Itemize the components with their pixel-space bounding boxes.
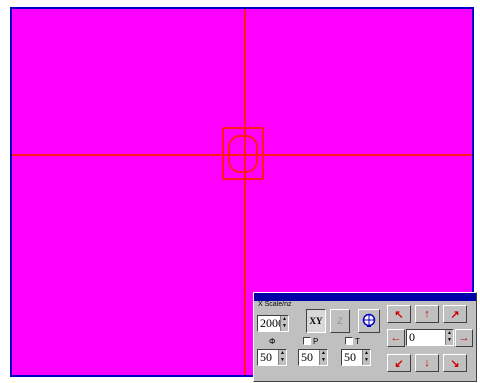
panel-titlebar[interactable]	[254, 293, 476, 301]
center-view-button[interactable]	[358, 309, 380, 333]
pan-up-right-button[interactable]: ↗	[443, 305, 467, 323]
arrow-right-icon: →	[458, 332, 470, 344]
crosshair-vertical	[244, 9, 246, 375]
z-mode-button[interactable]: Z	[330, 309, 350, 333]
t-spinner[interactable]: 50 ▲ ▼	[341, 349, 371, 366]
checkbox-p[interactable]	[303, 337, 311, 345]
phi-spin-arrows[interactable]: ▲ ▼	[278, 350, 286, 365]
p-spinner[interactable]: 50 ▲ ▼	[298, 349, 328, 366]
panel-title: X Scale/nz	[258, 301, 292, 308]
offset-spinner[interactable]: 0 ▲ ▼	[406, 329, 454, 346]
pan-down-button[interactable]: ↓	[415, 354, 439, 372]
target-ring	[228, 135, 258, 173]
label-phi: Φ	[269, 337, 276, 346]
pan-up-left-button[interactable]: ↖	[387, 305, 411, 323]
t-value: 50	[344, 350, 356, 364]
arrow-up-right-icon: ↗	[450, 308, 460, 321]
label-p: P	[313, 337, 319, 346]
checkbox-t[interactable]	[345, 337, 353, 345]
p-spin-arrows[interactable]: ▲ ▼	[319, 350, 327, 365]
pan-down-left-button[interactable]: ↙	[387, 354, 411, 372]
pan-left-button[interactable]: ←	[387, 329, 405, 347]
control-panel: X Scale/nz 2000 ▲ ▼ XY Z Φ P T 50 ▲ ▼ 50 ▲…	[253, 292, 477, 382]
offset-spin-arrows[interactable]: ▲ ▼	[445, 330, 453, 345]
zoom-spin-arrows[interactable]: ▲ ▼	[280, 316, 288, 331]
arrow-down-left-icon: ↙	[394, 357, 404, 370]
arrow-up-left-icon: ↖	[394, 308, 404, 321]
pan-right-button[interactable]: →	[455, 329, 473, 347]
arrow-up-icon: ↑	[424, 308, 430, 320]
globe-icon	[362, 313, 376, 327]
pan-up-button[interactable]: ↑	[415, 305, 439, 323]
pan-down-right-button[interactable]: ↘	[443, 354, 467, 372]
zoom-spinner[interactable]: 2000 ▲ ▼	[257, 315, 289, 332]
phi-spinner[interactable]: 50 ▲ ▼	[257, 349, 287, 366]
offset-value: 0	[409, 330, 415, 344]
phi-value: 50	[260, 350, 272, 364]
arrow-down-right-icon: ↘	[450, 357, 460, 370]
t-spin-arrows[interactable]: ▲ ▼	[362, 350, 370, 365]
label-t: T	[355, 337, 360, 346]
arrow-left-icon: ←	[390, 332, 402, 344]
arrow-down-icon: ↓	[424, 357, 430, 369]
xy-mode-button[interactable]: XY	[306, 309, 326, 333]
p-value: 50	[301, 350, 313, 364]
